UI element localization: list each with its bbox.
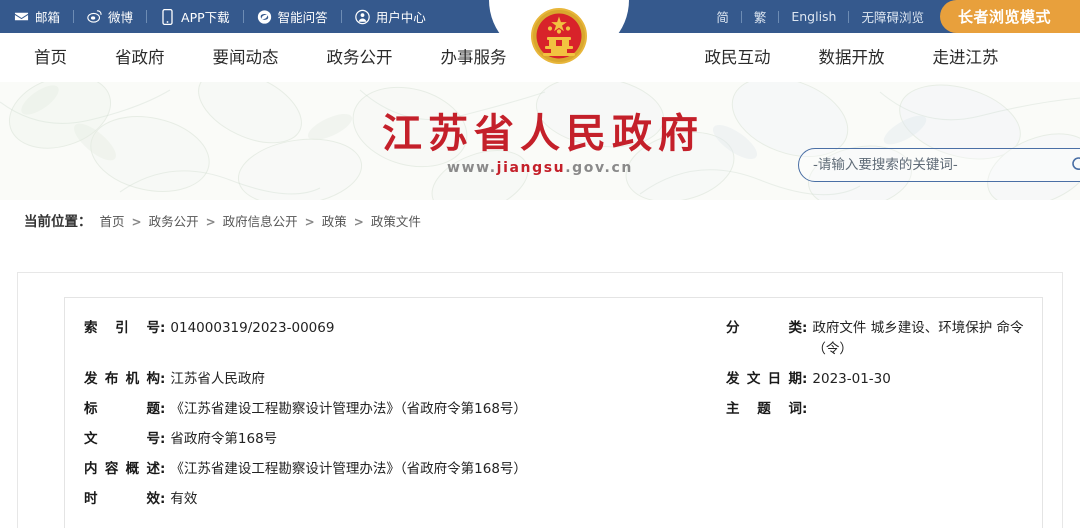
- lang-divider: [778, 10, 780, 23]
- breadcrumb-label: 当前位置：: [24, 214, 92, 230]
- topbar-item-weibo-label: 微博: [108, 10, 134, 25]
- weibo-icon: [87, 9, 102, 24]
- nav-item-news[interactable]: 要闻动态: [189, 33, 303, 82]
- meta-colon: :: [802, 401, 808, 417]
- topbar-item-user-center[interactable]: 用户中心: [354, 7, 426, 26]
- meta-value-category: 政府文件 城乡建设、环境保护 命令（令）: [812, 320, 1024, 357]
- meta-row-summary: 内容概述 : 《江苏省建设工程勘察设计管理办法》（省政府令第168号）: [84, 459, 644, 480]
- topbar-item-mail[interactable]: 邮箱: [14, 7, 60, 26]
- accessibility-browse-link[interactable]: 无障碍浏览: [861, 7, 924, 26]
- nav-item-interaction[interactable]: 政民互动: [681, 33, 795, 82]
- breadcrumb-separator: >: [353, 215, 364, 229]
- meta-value-summary: 《江苏省建设工程勘察设计管理办法》（省政府令第168号）: [170, 461, 527, 477]
- breadcrumb-bar: 当前位置： 首页 > 政务公开 > 政府信息公开 > 政策 > 政策文件: [0, 200, 1080, 240]
- meta-value-validity: 有效: [170, 491, 198, 507]
- meta-key-summary: 内容概述: [84, 461, 160, 477]
- nav-item-into-jiangsu[interactable]: 走进江苏: [909, 33, 1023, 82]
- meta-value-issue-date: 2023-01-30: [812, 371, 891, 387]
- topbar-item-app-download-label: APP下载: [181, 10, 230, 25]
- chat-bubble-icon: [257, 9, 272, 24]
- topbar-divider: [146, 10, 148, 23]
- search-input[interactable]: [799, 150, 1057, 180]
- meta-value-index-number: 014000319/2023-00069: [170, 320, 335, 336]
- breadcrumb-item-policy[interactable]: 政策: [322, 211, 347, 230]
- meta-value-title: 《江苏省建设工程勘察设计管理办法》（省政府令第168号）: [170, 401, 527, 417]
- nav-group-left: 首页 省政府 要闻动态 政务公开 办事服务: [10, 33, 531, 82]
- lang-divider: [740, 10, 742, 23]
- nav-item-open-data[interactable]: 数据开放: [795, 33, 909, 82]
- site-search: [798, 148, 1080, 182]
- topbar-divider: [340, 10, 342, 23]
- topbar-divider: [73, 10, 75, 23]
- top-utility-lang: 简 繁 English 无障碍浏览 长者浏览模式: [716, 0, 1080, 33]
- topbar-item-mail-label: 邮箱: [35, 10, 61, 25]
- mobile-phone-icon: [160, 8, 175, 25]
- banner-floral-background: [0, 82, 1080, 200]
- envelope-icon: [14, 9, 29, 24]
- meta-row-subject-words: 主题词 :: [726, 399, 1046, 420]
- nav-item-home[interactable]: 首页: [10, 33, 91, 82]
- meta-row-validity: 时效 : 有效: [84, 489, 644, 510]
- topbar-item-smart-qa[interactable]: 智能问答: [257, 7, 328, 26]
- breadcrumb-separator: >: [304, 215, 315, 229]
- nav-item-provincial-government[interactable]: 省政府: [91, 33, 189, 82]
- meta-value-issuing-agency: 江苏省人民政府: [170, 371, 265, 387]
- topbar-item-weibo[interactable]: 微博: [87, 7, 133, 26]
- breadcrumb-item-info-disclosure[interactable]: 政府信息公开: [223, 211, 298, 230]
- meta-key-issue-date: 发文日期: [726, 371, 802, 387]
- topbar-item-smart-qa-label: 智能问答: [277, 10, 328, 25]
- meta-value-document-number: 省政府令第168号: [170, 431, 278, 447]
- meta-key-validity: 时效: [84, 491, 160, 507]
- lang-simplified[interactable]: 简: [716, 7, 729, 26]
- breadcrumb: 当前位置： 首页 > 政务公开 > 政府信息公开 > 政策 > 政策文件: [0, 210, 421, 230]
- elder-browse-mode-button[interactable]: 长者浏览模式: [940, 0, 1080, 33]
- meta-row-document-number: 文号 : 省政府令第168号: [84, 429, 644, 450]
- meta-key-index-number: 索引号: [84, 320, 160, 336]
- breadcrumb-separator: >: [205, 215, 216, 229]
- meta-row-title: 标题 : 《江苏省建设工程勘察设计管理办法》（省政府令第168号）: [84, 399, 644, 420]
- breadcrumb-item-government-affairs[interactable]: 政务公开: [149, 211, 199, 230]
- user-circle-icon: [354, 9, 370, 24]
- breadcrumb-item-policy-documents[interactable]: 政策文件: [371, 211, 421, 230]
- breadcrumb-item-home[interactable]: 首页: [100, 211, 125, 230]
- nav-item-government-affairs[interactable]: 政务公开: [303, 33, 417, 82]
- breadcrumb-list: 首页 > 政务公开 > 政府信息公开 > 政策 > 政策文件: [100, 211, 421, 230]
- meta-row-index-number: 索引号 : 014000319/2023-00069: [84, 318, 644, 339]
- document-meta-column-left: 索引号 : 014000319/2023-00069 发布机构 : 江苏省人民政…: [84, 318, 644, 519]
- topbar-item-app-download[interactable]: APP下载: [160, 7, 230, 26]
- meta-key-title: 标题: [84, 401, 160, 417]
- meta-key-subject-words: 主题词: [726, 401, 802, 417]
- meta-key-issuing-agency: 发布机构: [84, 371, 160, 387]
- topbar-divider: [242, 10, 244, 23]
- page-root: 邮箱 微博 APP下载 智能问答 用户中心 简 繁 English 无障碍浏览 …: [0, 0, 1080, 528]
- breadcrumb-separator: >: [131, 215, 142, 229]
- search-icon[interactable]: [1067, 152, 1080, 178]
- meta-row-issue-date: 发文日期 : 2023-01-30: [726, 369, 1046, 390]
- national-emblem-icon[interactable]: [529, 6, 589, 66]
- site-banner: [0, 82, 1080, 200]
- document-meta-column-right: 分类 : 政府文件 城乡建设、环境保护 命令（令） 发文日期 : 2023-01…: [726, 318, 1046, 429]
- lang-divider: [848, 10, 850, 23]
- topbar-item-user-center-label: 用户中心: [375, 10, 426, 25]
- meta-row-category: 分类 : 政府文件 城乡建设、环境保护 命令（令）: [726, 318, 1046, 360]
- meta-key-category: 分类: [726, 320, 802, 336]
- meta-row-issuing-agency: 发布机构 : 江苏省人民政府: [84, 369, 644, 390]
- top-utility-links: 邮箱 微博 APP下载 智能问答 用户中心: [0, 7, 426, 26]
- meta-key-document-number: 文号: [84, 431, 160, 447]
- lang-english[interactable]: English: [791, 9, 836, 24]
- lang-traditional[interactable]: 繁: [754, 7, 767, 26]
- nav-group-right: 政民互动 数据开放 走进江苏: [681, 33, 1023, 82]
